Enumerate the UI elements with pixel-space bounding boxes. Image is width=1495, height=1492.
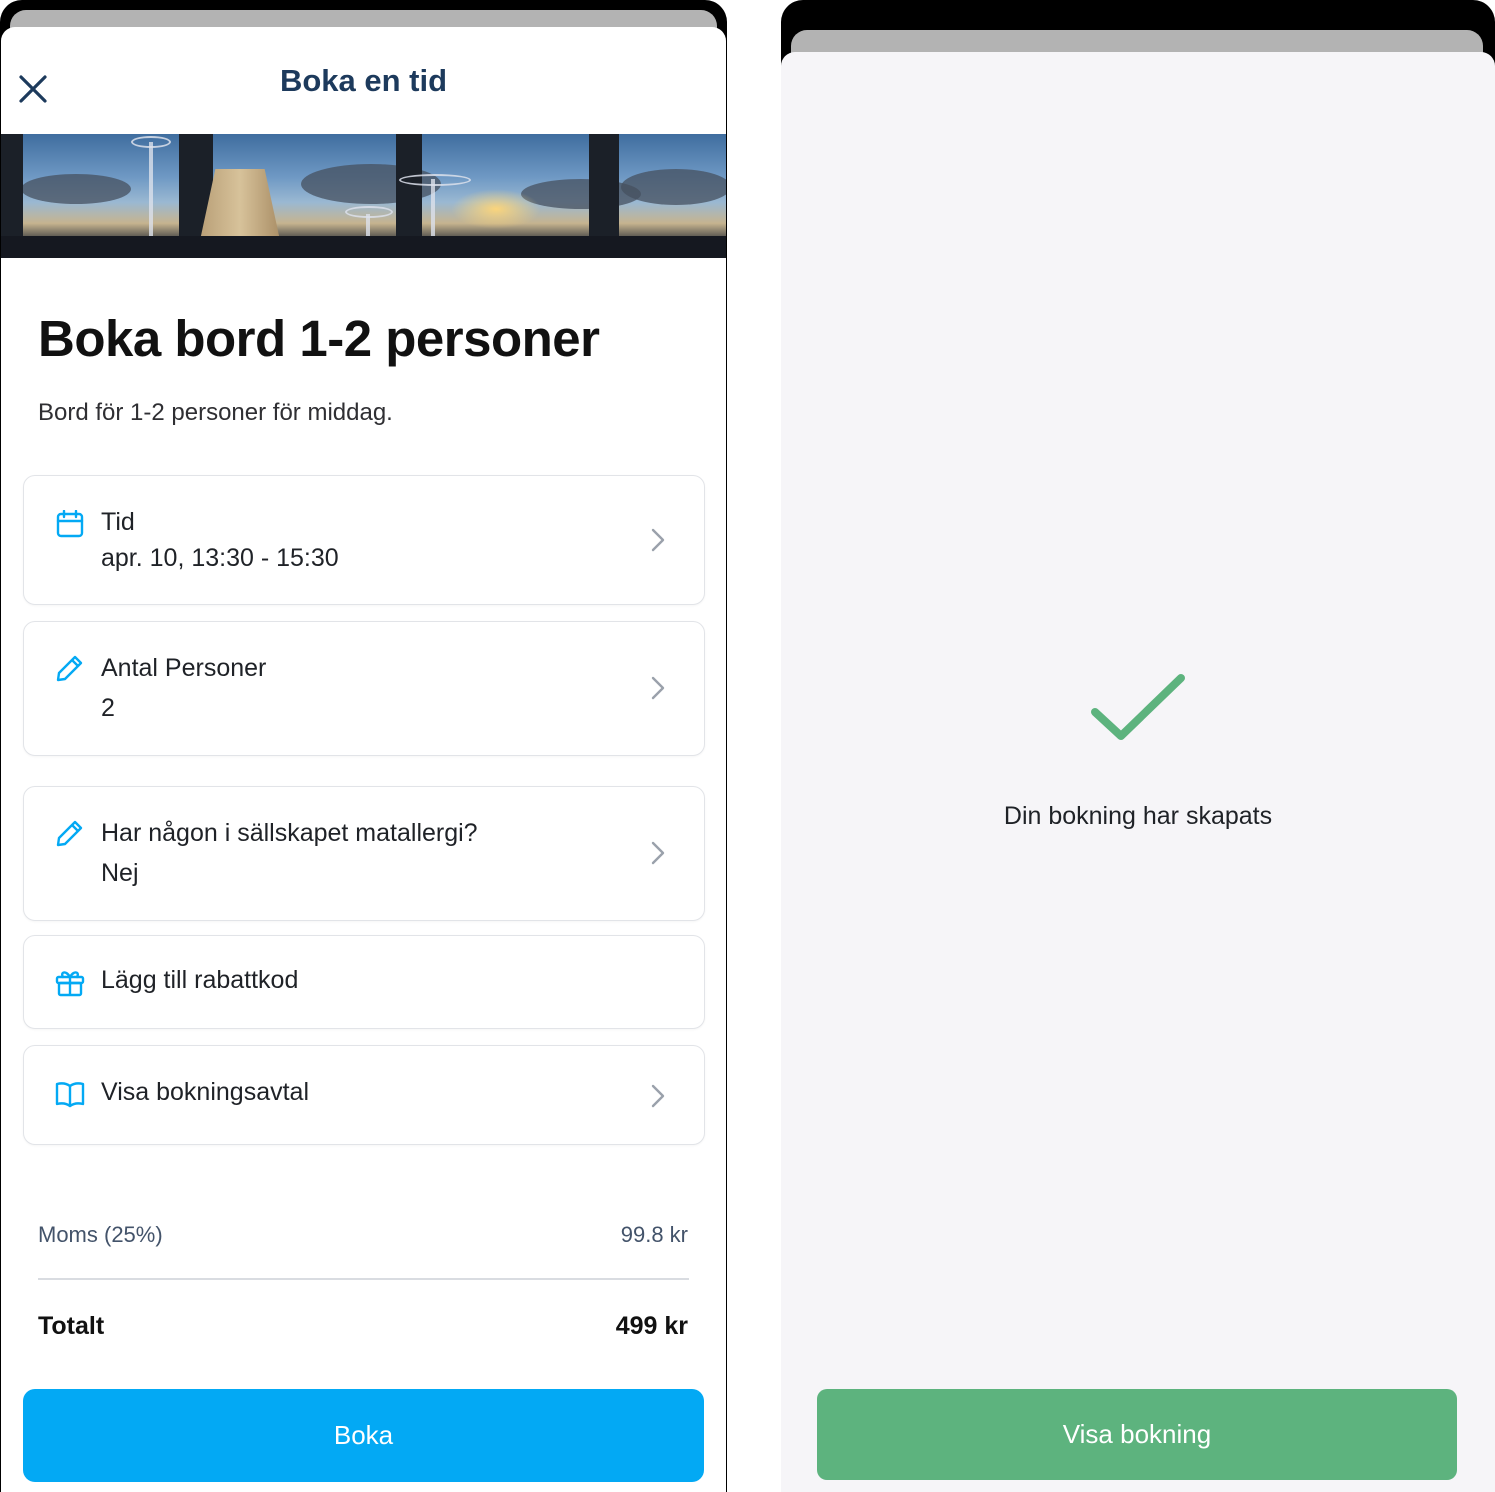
allergy-label: Har någon i sällskapet matallergi? bbox=[101, 819, 478, 847]
discount-code-card[interactable]: Lägg till rabattkod bbox=[23, 935, 705, 1029]
discount-code-label: Lägg till rabattkod bbox=[101, 966, 299, 994]
page-description: Bord för 1-2 personer för middag. bbox=[38, 399, 393, 426]
calendar-icon bbox=[54, 508, 86, 540]
allergy-card[interactable]: Har någon i sällskapet matallergi? Nej bbox=[23, 786, 705, 921]
booking-agreement-label: Visa bokningsavtal bbox=[101, 1078, 310, 1106]
vat-value: 99.8 kr bbox=[620, 1222, 688, 1247]
total-value: 499 kr bbox=[615, 1312, 688, 1340]
chevron-right-icon bbox=[651, 676, 665, 700]
restaurant-image bbox=[1, 134, 726, 258]
summary-divider bbox=[38, 1278, 689, 1280]
persons-label: Antal Personer bbox=[101, 654, 267, 682]
booking-agreement-card[interactable]: Visa bokningsavtal bbox=[23, 1045, 705, 1145]
chevron-right-icon bbox=[651, 1084, 665, 1108]
booking-screen: Boka en tid Boka bord 1-2 personer Bord … bbox=[0, 0, 727, 1492]
nav-title: Boka en tid bbox=[279, 63, 448, 98]
pencil-icon bbox=[54, 817, 86, 849]
chevron-right-icon bbox=[651, 841, 665, 865]
confirmation-sheet: Din bokning har skapats Visa bokning bbox=[781, 52, 1495, 1492]
chevron-right-icon bbox=[651, 528, 665, 552]
time-label: Tid bbox=[101, 508, 135, 536]
booking-sheet: Boka en tid Boka bord 1-2 personer Bord … bbox=[1, 27, 726, 1492]
time-value: apr. 10, 13:30 - 15:30 bbox=[101, 544, 339, 572]
pencil-icon bbox=[54, 652, 86, 684]
total-label: Totalt bbox=[38, 1312, 105, 1340]
page-title: Boka bord 1-2 personer bbox=[38, 310, 600, 367]
vat-label: Moms (25%) bbox=[38, 1222, 163, 1247]
time-card[interactable]: Tid apr. 10, 13:30 - 15:30 bbox=[23, 475, 705, 605]
gift-icon bbox=[54, 966, 86, 998]
allergy-value: Nej bbox=[101, 859, 139, 887]
persons-card[interactable]: Antal Personer 2 bbox=[23, 621, 705, 756]
vat-row: Moms (25%) 99.8 kr bbox=[38, 1222, 688, 1248]
success-message: Din bokning har skapats bbox=[1003, 802, 1273, 830]
book-button[interactable]: Boka bbox=[23, 1389, 704, 1482]
book-icon bbox=[54, 1078, 86, 1110]
confirmation-screen: Din bokning har skapats Visa bokning bbox=[781, 0, 1495, 1492]
persons-value: 2 bbox=[101, 694, 115, 722]
checkmark-icon bbox=[1091, 674, 1185, 740]
total-row: Totalt 499 kr bbox=[38, 1312, 688, 1341]
view-booking-button[interactable]: Visa bokning bbox=[817, 1389, 1457, 1480]
